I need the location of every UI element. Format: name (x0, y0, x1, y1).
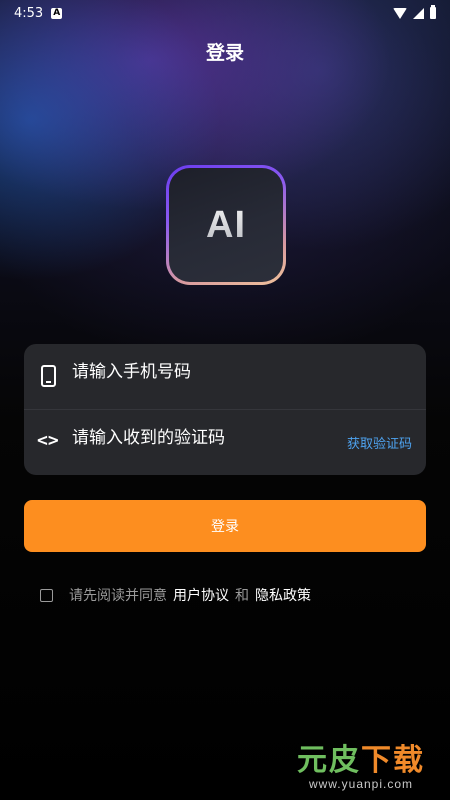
agreement-checkbox[interactable] (40, 588, 53, 602)
status-time: 4:53 (14, 5, 44, 21)
code-row: <> 获取验证码 (24, 410, 426, 475)
wifi-icon (393, 7, 407, 19)
user-agreement-link[interactable]: 用户协议 (173, 585, 229, 605)
watermark-title: 元皮下载 (286, 735, 436, 779)
watermark-title-part2: 下载 (361, 743, 425, 778)
phone-icon (41, 365, 56, 387)
get-code-button[interactable]: 获取验证码 (347, 433, 412, 452)
login-button[interactable]: 登录 (24, 500, 426, 552)
status-bar: 4:53 A (0, 0, 450, 26)
login-form-card: <> 获取验证码 (24, 344, 426, 475)
phone-input[interactable] (72, 362, 322, 382)
watermark-title-part1: 元皮 (297, 743, 361, 778)
page-title: 登录 (205, 42, 244, 64)
agreement-row: 请先阅读并同意 用户协议 和 隐私政策 (40, 585, 311, 605)
app-logo: AI (166, 165, 286, 285)
watermark-url: www.yuanpi.com (308, 777, 414, 791)
code-icon: <> (37, 430, 59, 451)
agreement-conjunction: 和 (235, 588, 249, 604)
phone-row (24, 344, 426, 409)
privacy-policy-link[interactable]: 隐私政策 (255, 585, 311, 605)
agreement-prefix: 请先阅读并同意 (69, 588, 167, 604)
status-left: 4:53 A (14, 5, 63, 21)
status-right (393, 5, 436, 19)
app-logo-text: AI (206, 203, 246, 246)
signal-icon (413, 7, 424, 19)
app-logo-inner: AI (169, 168, 283, 282)
verification-code-input[interactable] (72, 428, 322, 448)
battery-icon (430, 5, 436, 19)
notification-icon: A (51, 7, 63, 19)
watermark: 元皮下载 www.yuanpi.com (286, 735, 436, 791)
